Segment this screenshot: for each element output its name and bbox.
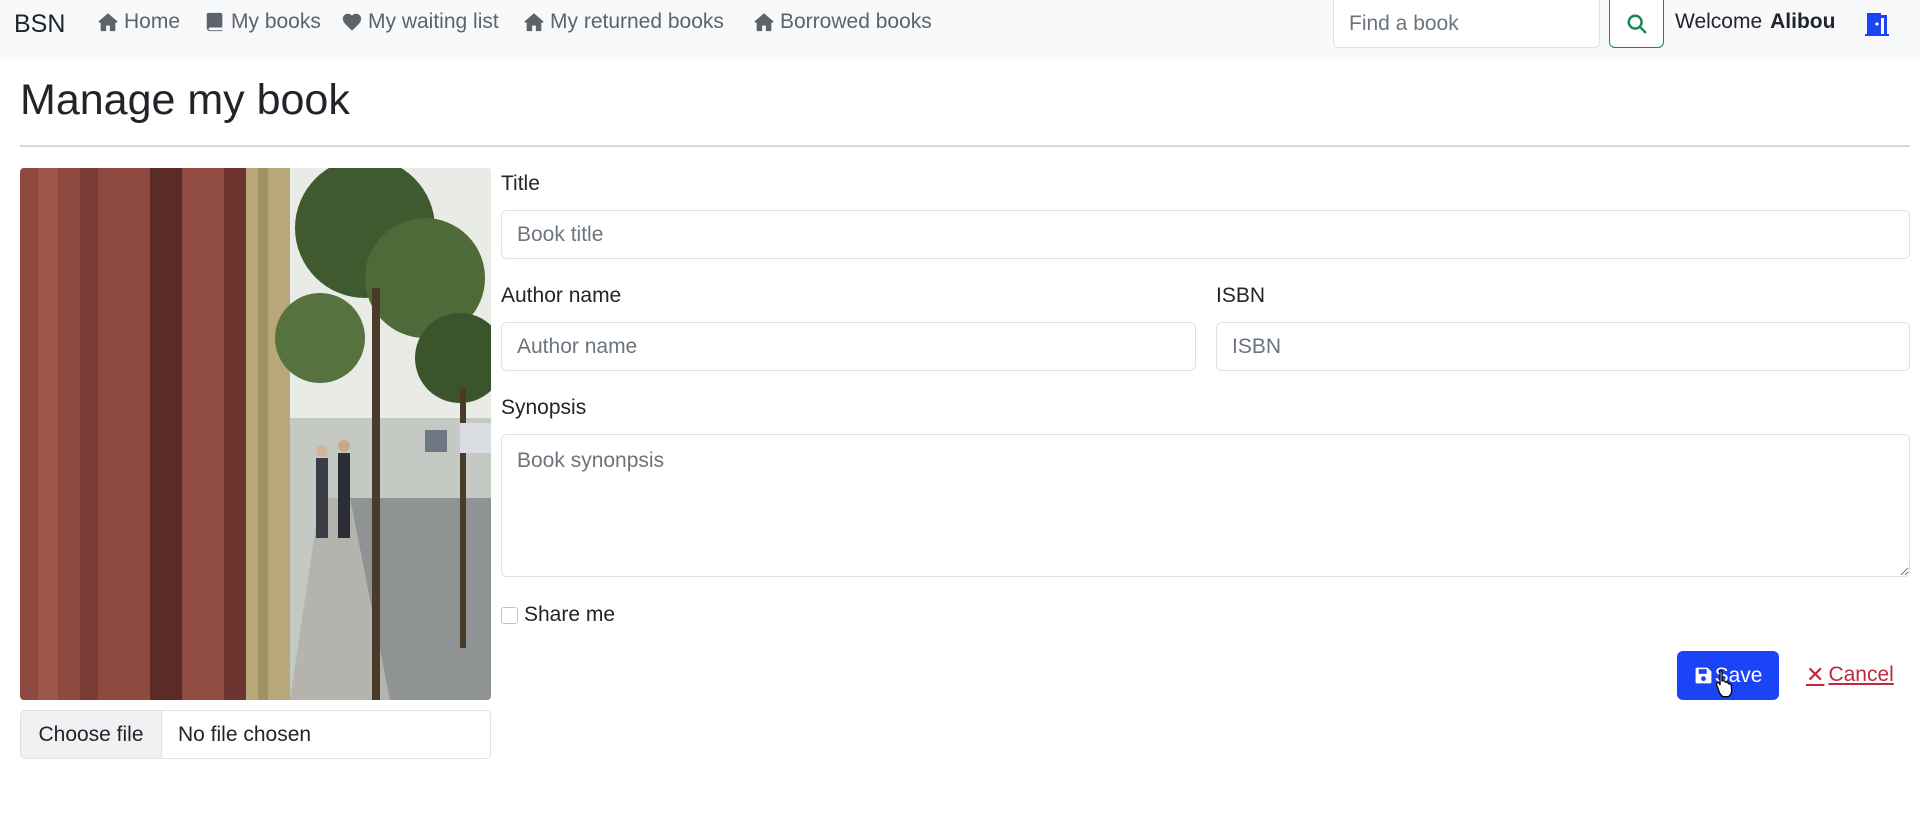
isbn-label: ISBN: [1216, 284, 1266, 307]
welcome-text: Welcome: [1675, 10, 1763, 33]
nav-item-label: My returned books: [550, 10, 724, 33]
nav-item-label: Borrowed books: [780, 10, 932, 33]
share-option[interactable]: Share me: [501, 603, 615, 627]
heart-icon: [342, 13, 362, 31]
nav-item-label: My waiting list: [368, 10, 499, 33]
brand-logo[interactable]: BSN: [14, 10, 65, 39]
nav-item-returned-books[interactable]: My returned books: [523, 10, 724, 34]
home-icon: [524, 13, 544, 32]
title-input[interactable]: [501, 210, 1910, 259]
share-checkbox[interactable]: [501, 606, 518, 624]
nav-item-label: Home: [124, 10, 181, 33]
close-icon: ✕: [1806, 662, 1825, 687]
cancel-label: Cancel: [1828, 663, 1894, 686]
navbar: BSN Home My books My waiting list My ret…: [0, 0, 1920, 59]
divider: [20, 145, 1910, 147]
page-title: Manage my book: [20, 76, 350, 124]
nav-item-borrowed-books[interactable]: Borrowed books: [753, 10, 932, 34]
nav-item-waiting-list[interactable]: My waiting list: [341, 10, 499, 34]
search-input[interactable]: [1333, 0, 1600, 48]
synopsis-textarea[interactable]: [501, 434, 1910, 577]
floppy-disk-icon: [1695, 667, 1711, 684]
synopsis-label: Synopsis: [501, 396, 587, 419]
book-icon: [206, 12, 223, 32]
search-icon: [1627, 14, 1646, 33]
file-status: No file chosen: [178, 722, 312, 746]
cancel-link[interactable]: ✕ Cancel: [1806, 662, 1894, 688]
isbn-input[interactable]: [1216, 322, 1910, 371]
title-label: Title: [501, 172, 540, 195]
home-icon: [98, 13, 118, 32]
user-name: Alibou: [1770, 10, 1836, 33]
welcome-message: Welcome Alibou: [1675, 10, 1835, 34]
logout-door-icon[interactable]: [1864, 9, 1890, 37]
nav-item-label: My books: [231, 10, 321, 33]
share-label: Share me: [524, 603, 616, 626]
book-cover-image: [20, 168, 491, 700]
choose-file-button[interactable]: Choose file: [21, 711, 162, 758]
cover-file-input[interactable]: Choose file No file chosen: [20, 710, 491, 759]
nav-item-my-books[interactable]: My books: [204, 10, 321, 34]
hand-pointer-cursor-icon: [1715, 669, 1733, 698]
author-input[interactable]: [501, 322, 1196, 371]
nav-item-home[interactable]: Home: [97, 10, 180, 34]
search-button[interactable]: [1609, 0, 1664, 48]
home-icon: [754, 13, 774, 32]
author-label: Author name: [501, 284, 622, 307]
